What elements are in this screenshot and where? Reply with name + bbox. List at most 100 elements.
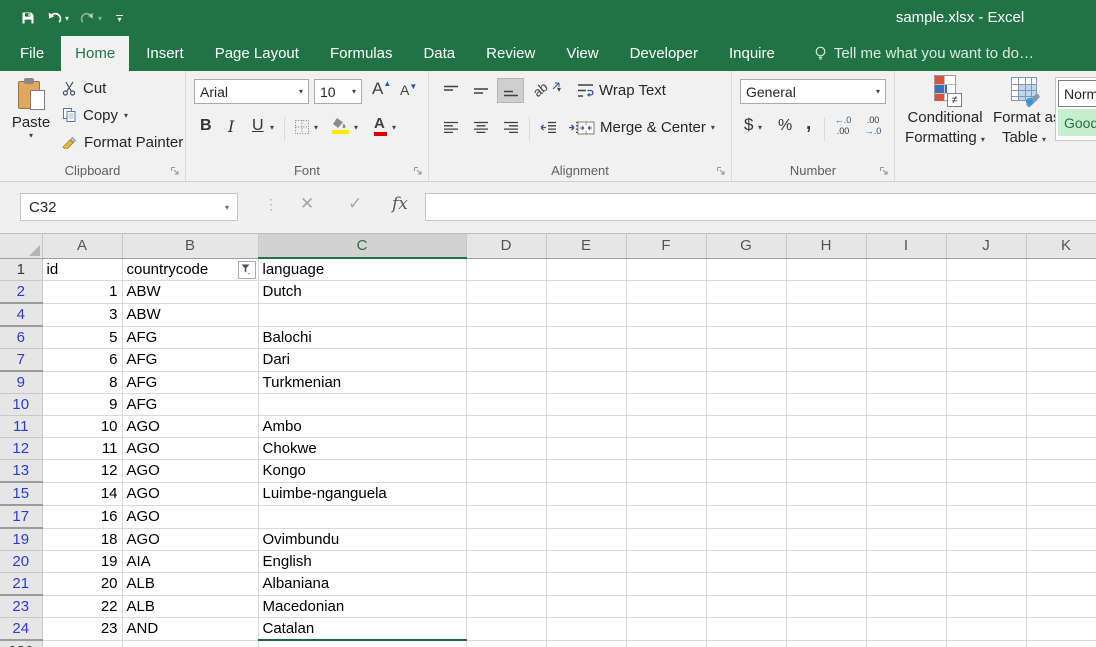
empty-cell[interactable]: [466, 281, 546, 304]
tab-data[interactable]: Data: [409, 36, 469, 71]
increase-decimal-button[interactable]: ←.0 .00: [830, 115, 856, 137]
cell-language[interactable]: [258, 394, 466, 416]
empty-cell[interactable]: [466, 303, 546, 326]
cell-countrycode[interactable]: AFG: [122, 326, 258, 349]
cell-id[interactable]: 22: [42, 595, 122, 618]
cell-language[interactable]: Dari: [258, 349, 466, 372]
empty-cell[interactable]: [866, 371, 946, 394]
empty-cell[interactable]: [466, 595, 546, 618]
empty-cell[interactable]: [626, 573, 706, 596]
font-color-button[interactable]: A: [374, 115, 385, 132]
row-header[interactable]: 2: [0, 281, 42, 304]
insert-function-button[interactable]: fx: [392, 194, 408, 214]
decrease-font-size-button[interactable]: A▼: [400, 82, 417, 98]
empty-cell[interactable]: [786, 371, 866, 394]
col-header-e[interactable]: E: [546, 234, 626, 258]
empty-cell[interactable]: [706, 460, 786, 483]
select-all-corner[interactable]: [0, 234, 42, 258]
empty-cell[interactable]: [1026, 258, 1096, 281]
empty-cell[interactable]: [866, 258, 946, 281]
cell-countrycode[interactable]: ABW: [122, 303, 258, 326]
cell-id[interactable]: 19: [42, 551, 122, 573]
number-format-select[interactable]: General ▾: [740, 79, 886, 104]
empty-cell[interactable]: [1026, 303, 1096, 326]
empty-cell[interactable]: [546, 371, 626, 394]
font-dialog-launcher-icon[interactable]: [413, 166, 423, 176]
empty-cell[interactable]: [466, 371, 546, 394]
empty-cell[interactable]: [786, 438, 866, 460]
empty-cell[interactable]: [866, 460, 946, 483]
empty-cell[interactable]: [786, 258, 866, 281]
cut-button[interactable]: Cut: [62, 77, 106, 99]
bold-button[interactable]: B: [200, 117, 212, 135]
copy-button[interactable]: Copy ▾: [62, 104, 128, 126]
empty-cell[interactable]: [786, 618, 866, 641]
empty-cell[interactable]: [1026, 326, 1096, 349]
empty-cell[interactable]: [946, 595, 1026, 618]
empty-cell[interactable]: [786, 595, 866, 618]
empty-cell[interactable]: [706, 528, 786, 551]
empty-cell[interactable]: [866, 303, 946, 326]
cell-language[interactable]: English: [258, 551, 466, 573]
empty-cell[interactable]: [1026, 281, 1096, 304]
empty-cell[interactable]: [946, 482, 1026, 505]
align-left-button[interactable]: [437, 115, 464, 140]
empty-cell[interactable]: [866, 394, 946, 416]
empty-cell[interactable]: [466, 551, 546, 573]
col-header-j[interactable]: J: [946, 234, 1026, 258]
cell-a1[interactable]: id: [42, 258, 122, 281]
tab-review[interactable]: Review: [472, 36, 549, 71]
empty-cell[interactable]: [706, 281, 786, 304]
empty-cell[interactable]: [866, 438, 946, 460]
cell-style-normal[interactable]: Normal: [1058, 80, 1096, 107]
font-color-dropdown-icon[interactable]: ▾: [392, 123, 396, 132]
empty-cell[interactable]: [786, 416, 866, 438]
cell-countrycode[interactable]: AGO: [122, 438, 258, 460]
empty-cell[interactable]: [626, 551, 706, 573]
cell-countrycode[interactable]: AFG: [122, 371, 258, 394]
undo-dropdown-icon[interactable]: ▾: [65, 14, 69, 23]
cell-countrycode[interactable]: AIA: [122, 551, 258, 573]
underline-dropdown-icon[interactable]: ▾: [270, 123, 274, 132]
empty-cell[interactable]: [1026, 640, 1096, 647]
fill-color-button[interactable]: [332, 117, 349, 135]
empty-cell[interactable]: [546, 281, 626, 304]
cell-language[interactable]: [258, 505, 466, 528]
save-icon[interactable]: [20, 10, 36, 26]
empty-cell[interactable]: [866, 505, 946, 528]
cell-countrycode[interactable]: AGO: [122, 416, 258, 438]
format-painter-button[interactable]: Format Painter: [62, 131, 183, 153]
orientation-dropdown-icon[interactable]: ▾: [557, 85, 561, 94]
cell-language[interactable]: Macedonian: [258, 595, 466, 618]
tab-file[interactable]: File: [6, 36, 58, 71]
accounting-format-button[interactable]: $: [744, 115, 753, 135]
empty-cell[interactable]: [706, 303, 786, 326]
empty-cell[interactable]: [866, 326, 946, 349]
tab-home[interactable]: Home: [61, 36, 129, 71]
empty-cell[interactable]: [786, 482, 866, 505]
empty-cell[interactable]: [786, 349, 866, 372]
empty-cell[interactable]: [546, 482, 626, 505]
col-header-a[interactable]: A: [42, 234, 122, 258]
col-header-i[interactable]: I: [866, 234, 946, 258]
cell-language[interactable]: Luimbe-nganguela: [258, 482, 466, 505]
empty-cell[interactable]: [626, 505, 706, 528]
cell-id[interactable]: 16: [42, 505, 122, 528]
empty-cell[interactable]: [706, 573, 786, 596]
enter-button[interactable]: ✓: [348, 194, 362, 214]
empty-cell[interactable]: [1026, 438, 1096, 460]
cell-language[interactable]: Chokwe: [258, 438, 466, 460]
empty-cell[interactable]: [1026, 595, 1096, 618]
merge-center-dropdown-icon[interactable]: ▾: [711, 123, 715, 132]
cell-id[interactable]: 23: [42, 618, 122, 641]
empty-cell[interactable]: [1026, 528, 1096, 551]
empty-cell[interactable]: [466, 618, 546, 641]
empty-cell[interactable]: [866, 528, 946, 551]
empty-cell[interactable]: [466, 416, 546, 438]
cell-countrycode[interactable]: ABW: [122, 281, 258, 304]
cell-language[interactable]: Dutch: [258, 281, 466, 304]
empty-cell[interactable]: [706, 258, 786, 281]
row-header[interactable]: 4: [0, 303, 42, 326]
cell-id[interactable]: 20: [42, 573, 122, 596]
empty-cell[interactable]: [626, 371, 706, 394]
